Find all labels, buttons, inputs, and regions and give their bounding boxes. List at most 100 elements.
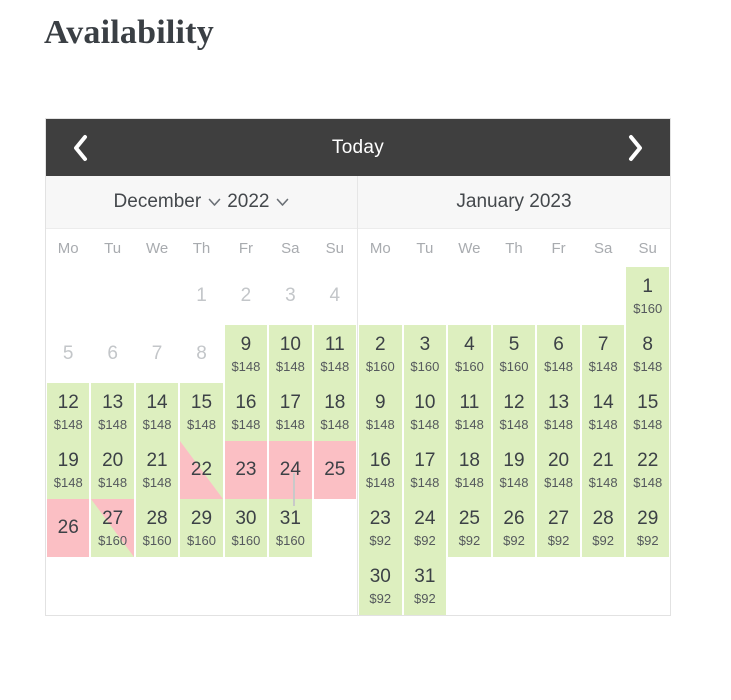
day-cell[interactable]: 23 [224, 441, 268, 499]
day-cell[interactable]: 9 $148 [224, 325, 268, 383]
weekday-mo: Mo [57, 239, 79, 257]
day-cell[interactable]: 15 $148 [179, 383, 223, 441]
day-price: $148 [588, 358, 618, 374]
month-panel-january: January 2023 Mo Tu We Th Fr Sa Su 1 $160 2… [358, 176, 670, 615]
week-row [46, 557, 357, 615]
day-cell[interactable]: 21 $148 [135, 441, 179, 499]
day-price: $92 [414, 532, 436, 548]
day-cell[interactable]: 25 $92 [447, 499, 492, 557]
day-cell[interactable]: 18 $148 [447, 441, 492, 499]
day-cell[interactable]: 25 [313, 441, 357, 499]
day-grid-december: 1 2 3 4 5 6 7 8 9 $148 10 $148 11 $148 12 $148 13 $148 14 $… [46, 267, 357, 615]
day-cell[interactable]: 19 $148 [492, 441, 537, 499]
day-cell[interactable]: 22 [179, 441, 223, 499]
day-cell[interactable]: 8 $148 [625, 325, 670, 383]
day-price: $148 [53, 474, 83, 490]
page-title: Availability [44, 14, 214, 51]
day-price: $148 [544, 358, 574, 374]
weekday-tu: Tu [416, 239, 434, 257]
day-price: $148 [633, 416, 663, 432]
day-cell[interactable]: 16 $148 [358, 441, 403, 499]
day-cell[interactable]: 27 $92 [536, 499, 581, 557]
day-cell[interactable]: 24 [268, 441, 312, 499]
day-cell[interactable]: 31 $92 [403, 557, 448, 615]
day-number: 1 [642, 275, 653, 297]
day-price: $148 [499, 474, 529, 490]
day-cell[interactable]: 26 $92 [492, 499, 537, 557]
day-cell[interactable]: 22 $148 [625, 441, 670, 499]
day-cell[interactable]: 31 $160 [268, 499, 312, 557]
day-price: $148 [231, 358, 261, 374]
today-button[interactable]: Today [332, 137, 384, 159]
day-number: 2 [374, 333, 386, 355]
day-number: 21 [592, 449, 614, 471]
day-cell[interactable]: 9 $148 [358, 383, 403, 441]
day-cell[interactable]: 11 $148 [313, 325, 357, 383]
day-cell[interactable]: 17 $148 [403, 441, 448, 499]
day-cell[interactable]: 28 $160 [135, 499, 179, 557]
day-price: $148 [142, 416, 172, 432]
day-number: 10 [414, 391, 436, 413]
day-cell[interactable]: 14 $148 [135, 383, 179, 441]
day-cell[interactable]: 20 $148 [536, 441, 581, 499]
day-cell[interactable]: 20 $148 [90, 441, 134, 499]
day-price: $160 [365, 358, 395, 374]
day-cell-empty [447, 267, 492, 325]
day-cell[interactable]: 30 $92 [358, 557, 403, 615]
availability-page: Availability Today December 2022 Mo Tu W… [0, 0, 731, 700]
day-cell[interactable]: 4 $160 [447, 325, 492, 383]
day-cell[interactable]: 1 $160 [625, 267, 670, 325]
day-cell: 8 [179, 325, 223, 383]
day-number: 12 [503, 391, 525, 413]
day-price: $148 [231, 416, 261, 432]
day-cell[interactable]: 12 $148 [46, 383, 90, 441]
day-number: 31 [279, 507, 301, 529]
day-cell-empty [135, 557, 179, 615]
day-cell[interactable]: 24 $92 [403, 499, 448, 557]
day-cell[interactable]: 3 $160 [403, 325, 448, 383]
day-cell[interactable]: 10 $148 [403, 383, 448, 441]
day-cell[interactable]: 29 $92 [625, 499, 670, 557]
day-cell[interactable]: 11 $148 [447, 383, 492, 441]
day-cell[interactable]: 16 $148 [224, 383, 268, 441]
month-header-january: January 2023 [358, 176, 670, 229]
day-cell[interactable]: 30 $160 [224, 499, 268, 557]
day-cell[interactable]: 26 [46, 499, 90, 557]
prev-month-button[interactable] [52, 119, 108, 176]
day-cell[interactable]: 6 $148 [536, 325, 581, 383]
day-cell[interactable]: 15 $148 [625, 383, 670, 441]
day-cell[interactable]: 13 $148 [90, 383, 134, 441]
day-cell-empty [581, 557, 626, 615]
day-cell[interactable]: 2 $160 [358, 325, 403, 383]
day-cell[interactable]: 28 $92 [581, 499, 626, 557]
day-cell[interactable]: 23 $92 [358, 499, 403, 557]
day-cell-empty [403, 267, 448, 325]
year-select-2022[interactable]: 2022 [227, 191, 289, 213]
day-cell[interactable]: 14 $148 [581, 383, 626, 441]
day-cell[interactable]: 7 $148 [581, 325, 626, 383]
day-price: $92 [458, 532, 481, 548]
day-cell[interactable]: 21 $148 [581, 441, 626, 499]
day-price: $148 [499, 416, 529, 432]
month-select-december[interactable]: December [114, 191, 222, 213]
day-number: 16 [369, 449, 391, 471]
day-number: 24 [279, 459, 301, 481]
day-number: 8 [642, 333, 653, 355]
day-cell[interactable]: 29 $160 [179, 499, 223, 557]
day-cell[interactable]: 18 $148 [313, 383, 357, 441]
next-month-button[interactable] [608, 119, 664, 176]
day-cell[interactable]: 13 $148 [536, 383, 581, 441]
day-cell[interactable]: 10 $148 [268, 325, 312, 383]
day-number: 9 [240, 333, 252, 355]
day-price: $92 [636, 532, 659, 548]
day-price: $148 [410, 474, 440, 490]
week-row: 1 $160 [358, 267, 670, 325]
day-price: $160 [187, 532, 216, 548]
day-cell[interactable]: 27 $160 [90, 499, 134, 557]
day-price: $148 [588, 474, 618, 490]
day-cell[interactable]: 19 $148 [46, 441, 90, 499]
day-cell[interactable]: 5 $160 [492, 325, 537, 383]
day-price: $160 [142, 532, 172, 548]
day-cell[interactable]: 12 $148 [492, 383, 537, 441]
day-cell[interactable]: 17 $148 [268, 383, 312, 441]
